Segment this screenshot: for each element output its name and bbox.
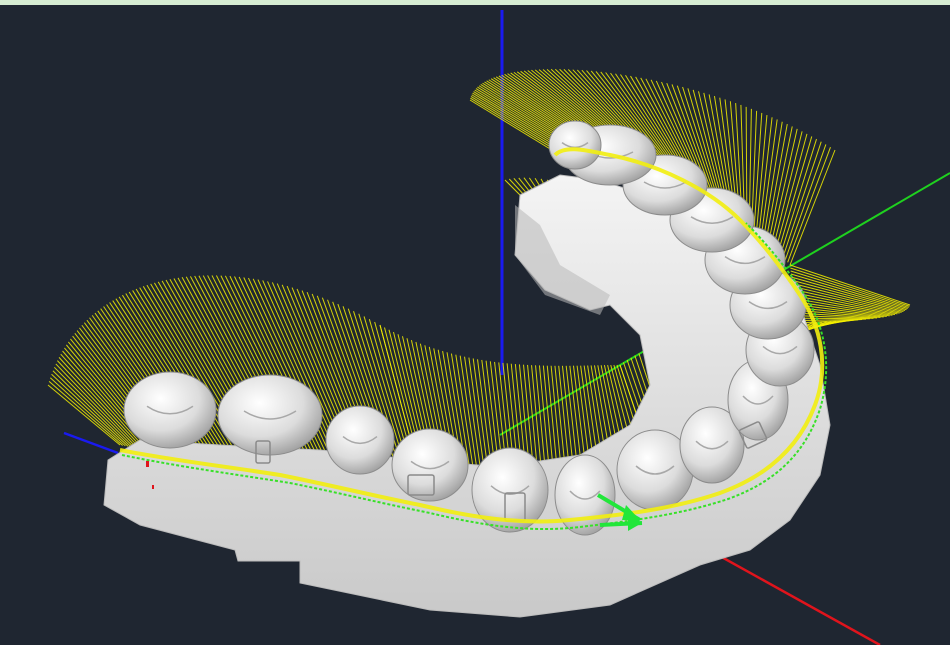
tooth[interactable] (326, 406, 394, 474)
red-marker (152, 485, 154, 489)
tooth[interactable] (124, 372, 216, 448)
tooth[interactable] (392, 429, 468, 501)
normal-line (611, 365, 628, 432)
red-marker (146, 461, 149, 467)
3d-viewport[interactable] (0, 0, 950, 640)
dental-scan-canvas[interactable] (0, 5, 950, 645)
normal-line (536, 365, 546, 470)
tooth[interactable] (549, 121, 601, 169)
normal-line (543, 366, 553, 468)
normal-line (778, 136, 812, 252)
x-axis-line (700, 545, 880, 645)
normal-line (52, 374, 129, 446)
normal-line (604, 365, 620, 437)
normal-line (761, 119, 777, 234)
normal-line (547, 366, 557, 466)
normal-line (53, 371, 131, 447)
normal-line (785, 144, 826, 259)
normal-line (48, 385, 120, 445)
normal-line (608, 365, 624, 434)
normal-line (539, 365, 549, 468)
